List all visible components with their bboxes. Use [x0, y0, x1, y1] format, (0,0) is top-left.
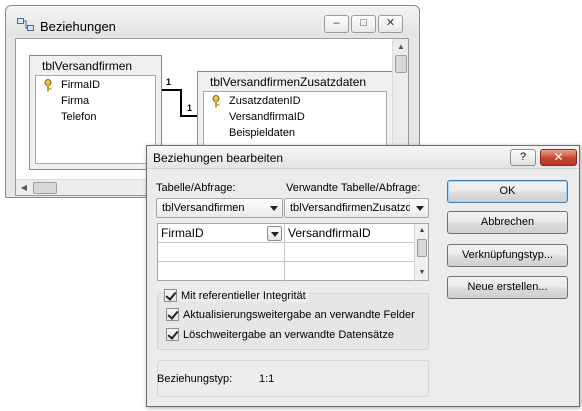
cascade-update-label: Aktualisierungsweitergabe an verwandte F…: [183, 308, 415, 321]
relationships-title: Beziehungen: [40, 19, 116, 34]
referential-integrity-checkbox[interactable]: Mit referentieller Integrität: [164, 289, 309, 302]
field-item[interactable]: ZusatzdatenID: [229, 95, 301, 107]
scroll-thumb[interactable]: [395, 55, 407, 73]
scroll-up-icon[interactable]: ▲: [417, 226, 427, 236]
minimize-button[interactable]: –: [324, 15, 349, 33]
field-item[interactable]: Firma: [61, 95, 89, 107]
table-field-list: FirmaID Firma Telefon: [35, 75, 156, 164]
scroll-thumb[interactable]: [33, 182, 57, 194]
right-field-value: VersandfirmaID: [288, 226, 371, 240]
related-table-select[interactable]: tblVersandfirmenZusatzdaten: [284, 198, 429, 218]
left-field-cell[interactable]: FirmaID: [158, 224, 285, 243]
close-window-button[interactable]: ✕: [378, 15, 403, 33]
field-item[interactable]: Beispieldaten: [229, 127, 295, 139]
create-new-button[interactable]: Neue erstellen...: [447, 276, 568, 299]
left-field-value: FirmaID: [161, 226, 204, 240]
relationship-type-box: Beziehungstyp: 1:1: [157, 360, 429, 397]
relationship-type-label: Beziehungstyp:: [157, 373, 233, 385]
grid-cell[interactable]: [285, 262, 416, 281]
referential-integrity-label: Mit referentieller Integrität: [181, 289, 306, 302]
primary-key-icon: [44, 79, 52, 92]
cascade-delete-checkbox[interactable]: Löschweitergabe an verwandte Datensätze: [166, 328, 394, 341]
dialog-title: Beziehungen bearbeiten: [153, 151, 284, 165]
scroll-left-icon[interactable]: ◀: [17, 181, 31, 195]
scroll-down-icon[interactable]: ▼: [417, 268, 427, 278]
table-box-versandfirmen[interactable]: tblVersandfirmen FirmaID Firma Telefon: [29, 55, 162, 170]
related-table-value: tblVersandfirmenZusatzdaten: [290, 202, 410, 214]
field-mapping-grid[interactable]: FirmaID VersandfirmaID ▲ ▼: [157, 223, 429, 281]
maximize-button[interactable]: □: [351, 15, 376, 33]
relationship-one-label-right: 1: [187, 103, 193, 113]
dialog-titlebar[interactable]: Beziehungen bearbeiten ? ✕: [147, 146, 579, 169]
edit-relationships-dialog: Beziehungen bearbeiten ? ✕ Tabelle/Abfra…: [146, 145, 580, 407]
right-field-cell[interactable]: VersandfirmaID: [285, 224, 416, 243]
grid-cell[interactable]: [285, 243, 416, 262]
relationships-app-icon: [17, 18, 34, 31]
cascade-delete-label: Löschweitergabe an verwandte Datensätze: [183, 328, 394, 341]
ok-button[interactable]: OK: [447, 180, 568, 203]
field-item[interactable]: Telefon: [61, 111, 96, 123]
table-query-select[interactable]: tblVersandfirmen: [156, 198, 283, 218]
join-type-button[interactable]: Verknüpfungstyp...: [447, 244, 568, 267]
field-item[interactable]: VersandfirmaID: [229, 111, 305, 123]
relationship-type-value: 1:1: [259, 373, 275, 385]
checkbox-checked-icon[interactable]: [164, 289, 177, 302]
chevron-down-icon: [270, 206, 278, 211]
table-title: tblVersandfirmen: [42, 59, 133, 73]
checkbox-checked-icon[interactable]: [166, 328, 179, 341]
grid-cell[interactable]: [158, 243, 285, 262]
primary-key-icon: [212, 95, 220, 108]
help-button[interactable]: ?: [510, 149, 536, 166]
field-item[interactable]: FirmaID: [61, 79, 100, 91]
dialog-close-button[interactable]: ✕: [540, 149, 577, 166]
field-dropdown-button[interactable]: [267, 226, 282, 241]
table-title: tblVersandfirmenZusatzdaten: [210, 75, 367, 89]
related-table-label: Verwandte Tabelle/Abfrage:: [286, 182, 421, 194]
table-query-value: tblVersandfirmen: [162, 202, 245, 214]
grid-cell[interactable]: [158, 262, 285, 281]
checkbox-checked-icon[interactable]: [166, 308, 179, 321]
grid-scrollbar[interactable]: ▲ ▼: [414, 224, 428, 280]
chevron-down-icon: [416, 206, 424, 211]
scroll-up-icon[interactable]: ▲: [394, 40, 408, 54]
scroll-thumb[interactable]: [417, 239, 427, 257]
integrity-options-group: Mit referentieller Integrität Aktualisie…: [157, 289, 429, 350]
table-query-label: Tabelle/Abfrage:: [156, 182, 236, 194]
relationship-one-label-left: 1: [166, 77, 172, 87]
cascade-update-checkbox[interactable]: Aktualisierungsweitergabe an verwandte F…: [166, 308, 415, 321]
cancel-button[interactable]: Abbrechen: [447, 211, 568, 234]
relationships-titlebar[interactable]: Beziehungen – □ ✕: [6, 6, 419, 36]
